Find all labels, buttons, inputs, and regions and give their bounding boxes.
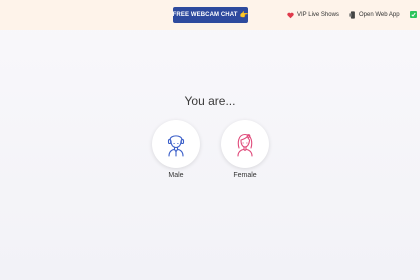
open-app-label: Open Web App bbox=[359, 12, 400, 18]
checkmark-icon[interactable] bbox=[410, 11, 417, 18]
heart-icon bbox=[287, 12, 294, 18]
vip-label: VIP Live Shows bbox=[297, 12, 339, 18]
phone-icon bbox=[349, 11, 355, 19]
pointing-hand-icon: 👉 bbox=[239, 11, 249, 19]
male-avatar-icon bbox=[167, 135, 185, 157]
female-option-button[interactable] bbox=[221, 120, 269, 168]
vip-live-shows-link[interactable]: VIP Live Shows bbox=[287, 10, 339, 20]
free-webcam-chat-button[interactable]: FREE WEBCAM CHAT 👉 bbox=[173, 7, 248, 23]
female-label: Female bbox=[233, 172, 257, 179]
top-bar: FREE WEBCAM CHAT 👉 VIP Live Shows Open W… bbox=[0, 0, 420, 30]
cta-label: FREE WEBCAM CHAT bbox=[172, 12, 238, 18]
page-title: You are... bbox=[184, 94, 236, 108]
male-option-button[interactable] bbox=[152, 120, 200, 168]
male-label: Male bbox=[168, 172, 184, 179]
female-avatar-icon bbox=[237, 133, 253, 157]
open-web-app-link[interactable]: Open Web App bbox=[349, 10, 400, 20]
